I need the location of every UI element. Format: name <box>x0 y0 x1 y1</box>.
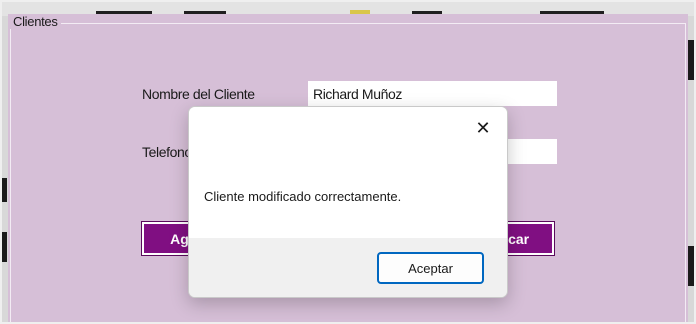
dialog-message: Cliente modificado correctamente. <box>204 189 402 204</box>
dialog-titlebar: ✕ <box>189 107 507 153</box>
close-icon[interactable]: ✕ <box>473 119 493 139</box>
background-dash <box>687 246 696 286</box>
phone-label: Telefono <box>142 144 192 160</box>
client-name-input[interactable] <box>308 81 557 106</box>
background-dash <box>0 232 7 262</box>
dialog-footer: Aceptar <box>189 238 507 297</box>
accept-button[interactable]: Aceptar <box>377 252 484 284</box>
background-dash <box>687 40 696 80</box>
client-name-label: Nombre del Cliente <box>142 86 255 102</box>
background-dash <box>0 178 7 202</box>
groupbox-title: Clientes <box>10 14 61 29</box>
message-dialog: ✕ Cliente modificado correctamente. Acep… <box>188 106 508 298</box>
dialog-content: Cliente modificado correctamente. <box>189 153 507 238</box>
